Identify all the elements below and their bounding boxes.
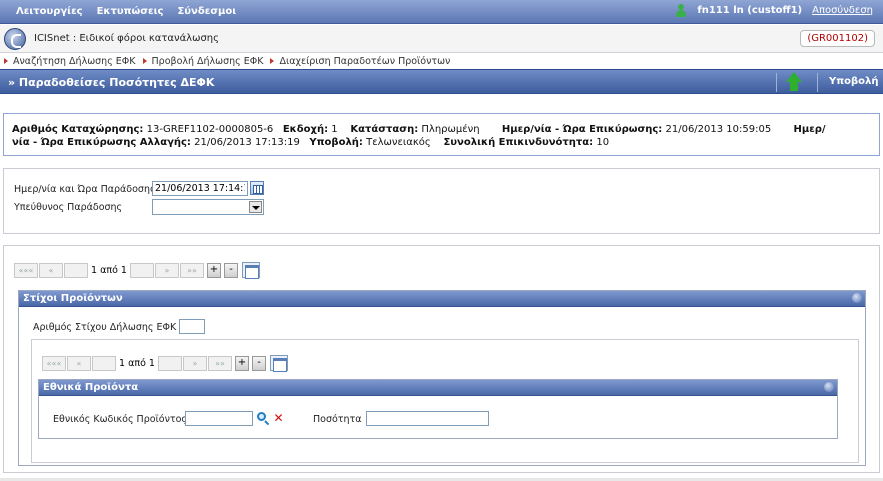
products-container: ««« « 1 από 1 » »» + - Στίχοι Προϊόντων … [3, 245, 880, 473]
breadcrumb-search-declaration[interactable]: Αναζήτηση Δήλωσης ΕΦΚ [13, 56, 136, 67]
status-label: Κατάσταση: [350, 124, 419, 135]
logout-link[interactable]: Αποσύνδεση [812, 5, 873, 16]
pager-last-button[interactable]: »» [180, 262, 204, 278]
window-view-icon[interactable] [242, 262, 260, 279]
top-menu-bar: Λειτουργίες Εκτυπώσεις Σύνδεσμοι fn111 l… [0, 0, 883, 24]
window-view-icon[interactable] [270, 355, 288, 372]
quantity-input[interactable] [366, 411, 489, 426]
lines-pager: ««« « 1 από 1 » »» + - [14, 262, 260, 279]
national-products-panel: Εθνικά Προϊόντα Εθνικός Κωδικός Προϊόντο… [38, 379, 838, 439]
submit-button[interactable]: Υποβολή [829, 76, 879, 87]
breadcrumb: Αναζήτηση Δήλωσης ΕΦΚ Προβολή Δήλωσης ΕΦ… [0, 54, 883, 68]
pager-first-button[interactable]: ««« [14, 262, 38, 278]
status-value: Πληρωμένη [421, 124, 480, 135]
app-header: ICISnet : Ειδικοί φόροι κατανάλωσης (GR0… [0, 25, 883, 53]
user-area: fn111 ln (custoff1) Αποσύνδεση [675, 4, 883, 17]
chevron-down-icon[interactable] [249, 201, 262, 213]
pager-blank-left [92, 355, 116, 371]
user-icon [675, 4, 687, 17]
toolbar-separator [776, 73, 777, 92]
line-number-input[interactable] [179, 319, 205, 334]
submission-value: Τελωνειακός [366, 137, 431, 148]
add-product-button[interactable]: + [235, 355, 249, 371]
breadcrumb-arrow-icon [4, 58, 8, 64]
national-products-header: Εθνικά Προϊόντα [39, 380, 837, 396]
breadcrumb-view-declaration[interactable]: Προβολή Δήλωσης ΕΦΚ [152, 56, 264, 67]
clear-icon[interactable]: ✕ [273, 412, 284, 424]
change-date-label-start: Ημερ/ [793, 124, 826, 135]
breadcrumb-arrow-icon [142, 58, 147, 64]
quantity-label: Ποσότητα [313, 414, 362, 425]
reg-number-label: Αριθμός Καταχώρησης: [12, 124, 144, 135]
breadcrumb-arrow-icon [270, 58, 275, 64]
user-name: fn111 ln (custoff1) [697, 5, 803, 16]
search-icon[interactable] [257, 412, 270, 426]
line-number-label: Αριθμός Στίχου Δήλωσης ΕΦΚ [33, 322, 177, 333]
declaration-info-box: Αριθμός Καταχώρησης: 13-GREF1102-0000805… [3, 113, 880, 156]
page-title: » Παραδοθείσες Ποσότητες ΔΕΦΚ [8, 76, 215, 89]
app-code-badge: (GR001102) [800, 30, 875, 47]
pager-page-info: 1 από 1 [91, 264, 127, 276]
delivery-form: Ημερ/νία και Ώρα Παράδοσης Υπεύθυνος Παρ… [3, 168, 880, 234]
submission-label: Υποβολή: [309, 137, 363, 148]
pager-last-button[interactable]: »» [208, 355, 232, 371]
product-lines-title: Στίχοι Προϊόντων [23, 293, 123, 304]
version-label: Εκδοχή: [282, 124, 329, 135]
national-code-input[interactable] [185, 411, 253, 426]
change-date-value: 21/06/2013 17:13:19 [194, 137, 300, 148]
confirm-date-label: Ημερ/νία - Ώρα Επικύρωσης: [501, 124, 663, 135]
upload-arrow-icon[interactable] [786, 72, 802, 92]
breadcrumb-manage-deliverables[interactable]: Διαχείριση Παραδοτέων Προϊόντων [279, 56, 450, 67]
app-title: ICISnet : Ειδικοί φόροι κατανάλωσης [34, 33, 219, 44]
version-value: 1 [331, 124, 338, 135]
pager-blank-left [64, 262, 88, 278]
section-title-bar: » Παραδοθείσες Ποσότητες ΔΕΦΚ Υποβολή [0, 69, 883, 94]
product-lines-header: Στίχοι Προϊόντων [19, 291, 865, 307]
calendar-icon[interactable] [250, 181, 264, 195]
national-pager: ««« « 1 από 1 » »» + - [42, 355, 288, 372]
delivery-date-label: Ημερ/νία και Ώρα Παράδοσης [14, 184, 156, 195]
menu-prints[interactable]: Εκτυπώσεις [97, 6, 164, 17]
toolbar-separator [817, 73, 818, 92]
responsible-select[interactable] [152, 199, 264, 215]
product-lines-panel: Στίχοι Προϊόντων Αριθμός Στίχου Δήλωσης … [18, 290, 866, 466]
risk-label: Συνολική Επικινδυνότητα: [443, 137, 594, 148]
pager-prev-button[interactable]: « [39, 262, 63, 278]
pager-blank-right [130, 262, 154, 278]
national-products-container: ««« « 1 από 1 » »» + - Εθνικά Προϊόντα Ε… [31, 339, 859, 463]
responsible-label: Υπεύθυνος Παράδοσης [14, 202, 123, 213]
confirm-date-value: 21/06/2013 10:59:05 [665, 124, 772, 135]
menu-links[interactable]: Σύνδεσμοι [177, 6, 236, 17]
main-menu: Λειτουργίες Εκτυπώσεις Σύνδεσμοι [16, 6, 236, 17]
menu-functions[interactable]: Λειτουργίες [16, 6, 83, 17]
add-line-button[interactable]: + [207, 262, 221, 278]
pager-next-button[interactable]: » [183, 355, 207, 371]
remove-line-button[interactable]: - [224, 262, 238, 278]
change-date-label-end: νία - Ώρα Επικύρωσης Αλλαγής: [12, 137, 191, 148]
national-code-label: Εθνικός Κωδικός Προϊόντος [53, 414, 187, 425]
pager-next-button[interactable]: » [155, 262, 179, 278]
pager-blank-right [158, 355, 182, 371]
delivery-date-input[interactable] [152, 181, 248, 196]
pager-prev-button[interactable]: « [67, 355, 91, 371]
remove-product-button[interactable]: - [252, 355, 266, 371]
pager-page-info: 1 από 1 [119, 357, 155, 369]
icisnet-logo-icon [4, 28, 26, 50]
pager-first-button[interactable]: ««« [42, 355, 66, 371]
risk-value: 10 [596, 137, 610, 148]
reg-number-value: 13-GREF1102-0000805-6 [146, 124, 274, 135]
national-products-title: Εθνικά Προϊόντα [43, 382, 139, 393]
